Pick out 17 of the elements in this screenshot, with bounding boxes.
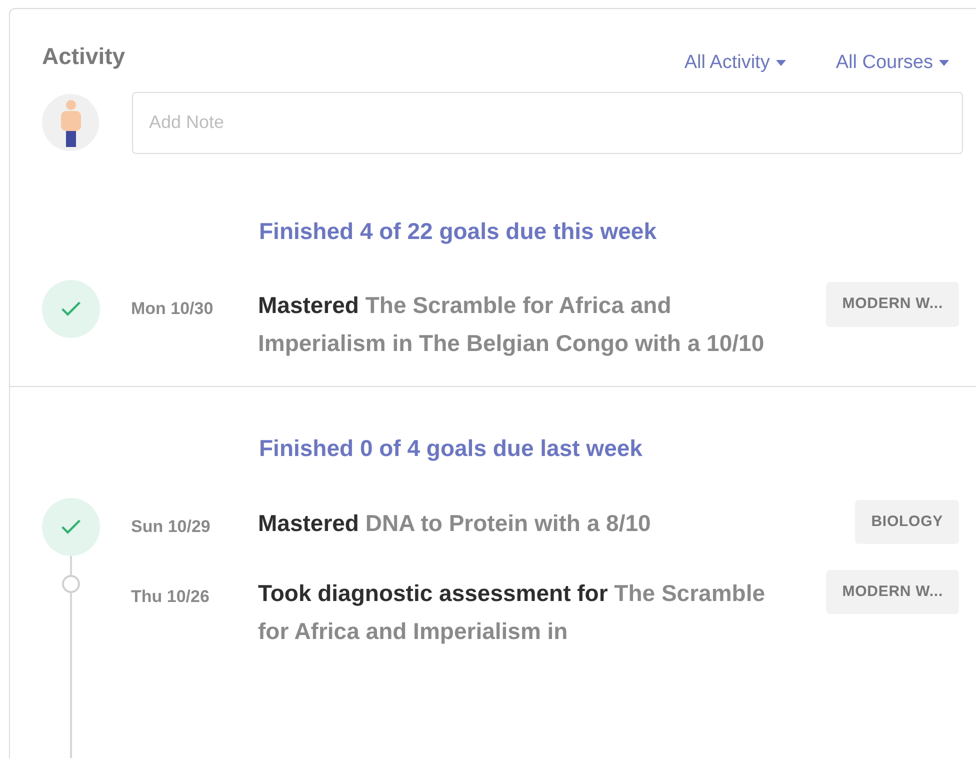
caret-icon	[939, 60, 949, 66]
activity-text: Mastered The Scramble for Africa and Imperialism in The Belgian Congo with a 10/10	[258, 291, 766, 358]
course-tag: MODERN W...	[826, 570, 959, 614]
activity-date: Mon 10/30	[131, 298, 214, 320]
activity-date: Thu 10/26	[131, 586, 210, 608]
filter-dropdown[interactable]: All Activity	[684, 49, 786, 78]
caret-icon	[776, 60, 786, 66]
add-note-field[interactable]: Add Note	[132, 92, 963, 154]
activity-text: Took diagnostic assessment for The Scramble for Africa and Imperialism in	[258, 578, 766, 646]
activity-date: Sun 10/29	[131, 516, 212, 538]
section-heading: Finished 0 of 4 goals due last week	[259, 434, 644, 463]
card-title: Activity	[42, 42, 126, 71]
filter-dropdown[interactable]: All Courses	[836, 49, 949, 78]
course-tag: MODERN W...	[826, 282, 959, 326]
activity-text: Mastered DNA to Protein with a 8/10	[258, 508, 652, 538]
section-heading: Finished 4 of 22 goals due this week	[259, 216, 658, 246]
course-tag: BIOLOGY	[855, 500, 959, 544]
